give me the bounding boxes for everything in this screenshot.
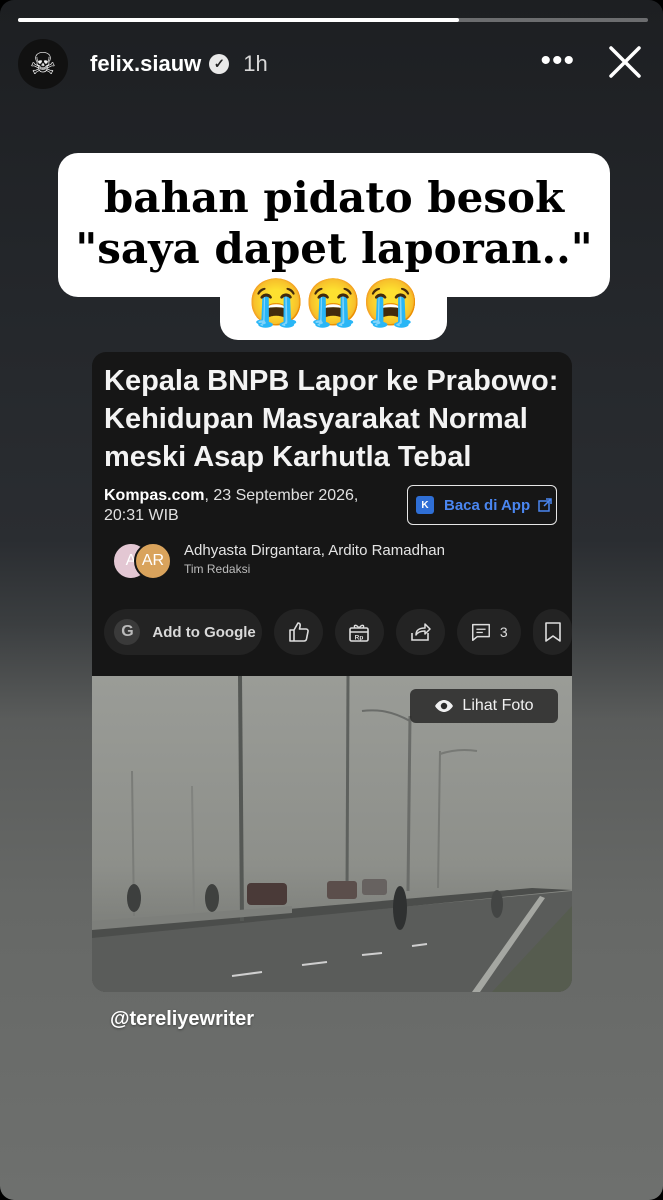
comment-icon xyxy=(471,623,490,641)
source-name: Kompas.com xyxy=(104,487,205,504)
article-headline: Kepala BNPB Lapor ke Prabowo: Kehidupan … xyxy=(104,365,559,473)
story-progress-bar xyxy=(18,18,648,22)
add-to-google-button[interactable]: G Add to Google xyxy=(104,609,263,655)
post-time: 1h xyxy=(243,51,268,76)
share-button[interactable] xyxy=(395,609,445,655)
external-link-icon xyxy=(538,498,552,512)
mention-sticker[interactable]: @tereliyewriter xyxy=(110,1008,254,1031)
username[interactable]: felix.siauw xyxy=(90,51,201,77)
caption-line-2: "saya dapet laporan.." xyxy=(75,224,593,273)
bookmark-icon xyxy=(544,622,561,642)
google-icon: G xyxy=(114,619,141,645)
thumbs-up-icon xyxy=(288,622,309,642)
add-to-google-label: Add to Google xyxy=(152,623,256,641)
verified-badge-icon: ✓ xyxy=(209,54,230,74)
smoky-road-photo xyxy=(92,676,572,992)
author-team: Tim Redaksi xyxy=(184,562,251,576)
article-authors: A AR Adhyasta Dirgantara, Ardito Ramadha… xyxy=(112,542,445,580)
svg-text:Rp: Rp xyxy=(355,635,364,642)
gift-support-button[interactable]: Rp xyxy=(334,609,384,655)
bookmark-button[interactable] xyxy=(532,609,572,655)
close-icon[interactable] xyxy=(605,42,645,82)
more-options-icon[interactable]: ••• xyxy=(540,44,575,78)
view-photo-label: Lihat Foto xyxy=(462,697,534,714)
view-photo-button[interactable]: Lihat Foto xyxy=(410,689,558,723)
share-icon xyxy=(411,623,431,641)
article-action-bar: G Add to Google Rp 3 xyxy=(104,607,572,657)
comments-button[interactable]: 3 xyxy=(456,609,521,655)
read-in-app-button[interactable]: K Baca di App xyxy=(407,485,557,525)
user-avatar[interactable]: ☠ xyxy=(18,39,68,89)
read-in-app-label: Baca di App xyxy=(444,496,531,514)
caption-line-1: bahan pidato besok xyxy=(103,173,565,222)
article-source: Kompas.com, 23 September 2026, 20:31 WIB xyxy=(104,486,394,526)
kompas-app-icon: K xyxy=(416,496,434,514)
author-avatar-ar: AR xyxy=(134,542,172,580)
article-screenshot-card: Kepala BNPB Lapor ke Prabowo: Kehidupan … xyxy=(92,352,572,992)
story-viewer: ☠ felix.siauw ✓ 1h ••• bahan pidato beso… xyxy=(0,0,663,1200)
comment-count: 3 xyxy=(499,624,508,640)
story-header: ☠ felix.siauw ✓ 1h ••• xyxy=(18,38,645,90)
crying-emoji-icon: 😭😭😭 xyxy=(247,276,420,328)
author-names: Adhyasta Dirgantara, Ardito Ramadhan xyxy=(184,542,445,559)
eye-icon xyxy=(435,700,454,712)
story-progress-fill xyxy=(18,18,459,22)
like-button[interactable] xyxy=(274,609,323,655)
gift-rupiah-icon: Rp xyxy=(349,624,370,642)
